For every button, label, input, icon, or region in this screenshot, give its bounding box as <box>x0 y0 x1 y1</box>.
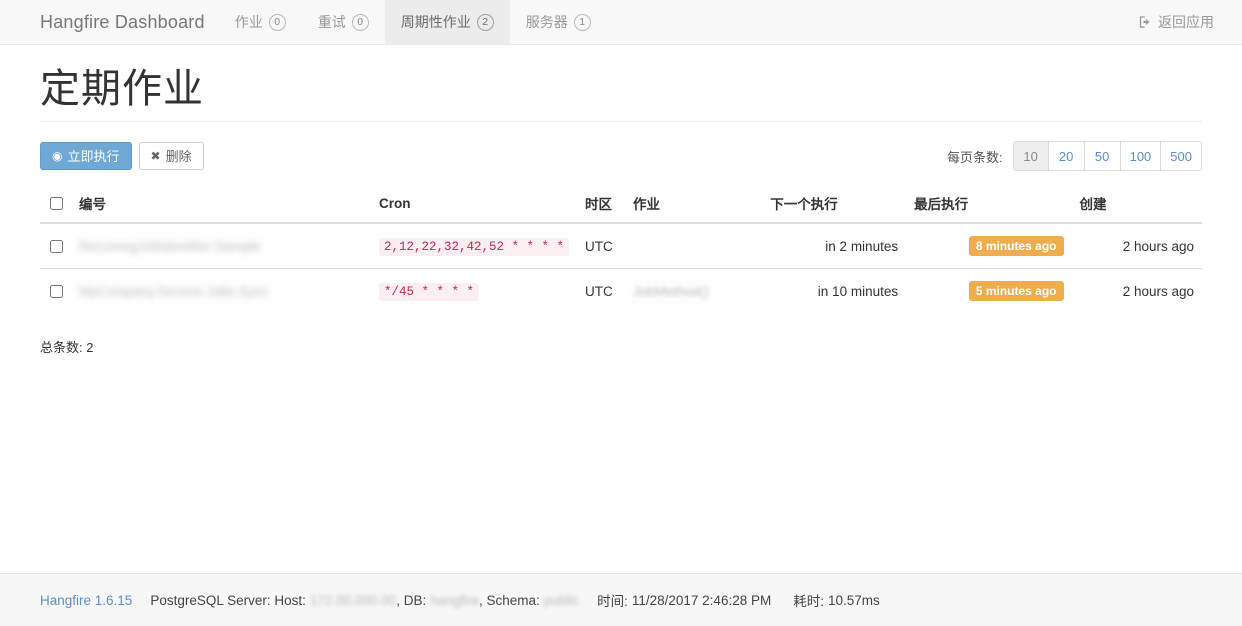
table-header-row: 编号 Cron 时区 作业 下一个执行 最后执行 创建 <box>40 185 1202 224</box>
nav-tab-recurring-jobs-count: 2 <box>476 13 494 31</box>
header-created: 创建 <box>1071 185 1202 224</box>
row-timezone-cell: UTC <box>585 238 613 254</box>
row-cron-cell: */45 * * * * <box>371 268 578 313</box>
row-job-cell <box>625 223 762 269</box>
delete-button[interactable]: ✖ 删除 <box>138 142 204 170</box>
toolbar: ◉ 立即执行 ✖ 删除 每页条数: 10 20 50 100 500 <box>40 141 1202 171</box>
elapsed-value: 10.57ms <box>827 592 880 608</box>
per-page-option-10[interactable]: 10 <box>1012 141 1049 171</box>
header-next-execution: 下一个执行 <box>762 185 907 224</box>
row-id-value: MyCompany.Service.Jobs.Sync <box>79 283 269 299</box>
header-cron: Cron <box>371 185 578 224</box>
per-page-option-500[interactable]: 500 <box>1161 141 1202 171</box>
brand-title: Hangfire Dashboard <box>40 11 205 32</box>
row-id-cell: RecurringJobIdentifier:Sample <box>71 223 371 269</box>
header-last-execution: 最后执行 <box>906 185 1072 224</box>
top-navbar: Hangfire Dashboard 作业 0 重试 0 周期性作业 2 服务器… <box>0 0 1242 45</box>
storage-label: PostgreSQL Server: Host: <box>150 592 306 608</box>
play-circle-icon: ◉ <box>52 149 63 163</box>
per-page-control: 每页条数: 10 20 50 100 500 <box>947 141 1202 171</box>
row-next-execution: in 10 minutes <box>762 268 907 313</box>
sign-out-icon <box>1139 16 1150 28</box>
row-id-cell: MyCompany.Service.Jobs.Sync <box>71 268 371 313</box>
row-last-execution-cell: 5 minutes ago <box>906 268 1072 313</box>
recurring-jobs-table: 编号 Cron 时区 作业 下一个执行 最后执行 创建 RecurringJob… <box>40 185 1202 313</box>
back-to-application-label: 返回应用 <box>1158 14 1214 30</box>
nav-tab-retries[interactable]: 重试 0 <box>302 0 385 44</box>
schema-label: , Schema: <box>479 592 540 608</box>
row-next-execution: in 2 minutes <box>825 238 899 254</box>
per-page-options: 10 20 50 100 500 <box>1012 141 1202 171</box>
last-execution-badge: 5 minutes ago <box>968 281 1064 301</box>
delete-label: 删除 <box>165 148 192 164</box>
nav-tab-jobs-label: 作业 <box>234 14 263 30</box>
row-job-cell: JobMethod() <box>625 268 763 313</box>
page-title: 定期作业 <box>40 67 1202 122</box>
storage-host-value: 172.00.000.00 <box>309 592 397 608</box>
nav-tab-servers-count: 1 <box>573 13 591 31</box>
row-created: 2 hours ago <box>1122 238 1194 254</box>
header-id: 编号 <box>71 185 371 224</box>
time-label: 时间: <box>597 594 628 609</box>
row-cron-cell: 2,12,22,32,42,52 * * * * <box>371 223 577 269</box>
row-created: 2 hours ago <box>1071 268 1202 313</box>
nav-tab-servers[interactable]: 服务器 1 <box>510 0 607 44</box>
row-select-cell <box>40 223 71 269</box>
back-to-application-link[interactable]: 返回应用 <box>1138 12 1214 32</box>
nav-tab-retries-count: 0 <box>351 13 369 31</box>
row-checkbox[interactable] <box>50 240 63 254</box>
select-all-checkbox[interactable] <box>50 197 63 211</box>
nav-tab-jobs[interactable]: 作业 0 <box>219 0 302 44</box>
hangfire-version-link[interactable]: Hangfire 1.6.15 <box>40 593 132 608</box>
storage-schema-value: public <box>543 592 580 608</box>
main-container: 定期作业 ◉ 立即执行 ✖ 删除 每页条数: 10 20 50 100 500 <box>0 67 1242 356</box>
per-page-option-100[interactable]: 100 <box>1120 141 1162 171</box>
select-all-header <box>40 185 71 224</box>
table-row: RecurringJobIdentifier:Sample 2,12,22,32… <box>40 223 1202 269</box>
per-page-label: 每页条数: <box>946 149 1003 165</box>
row-id-value: RecurringJobIdentifier:Sample <box>79 238 261 254</box>
table-head: 编号 Cron 时区 作业 下一个执行 最后执行 创建 <box>40 185 1202 224</box>
action-button-group: ◉ 立即执行 ✖ 删除 <box>40 142 204 170</box>
elapsed-label: 耗时: <box>793 594 824 609</box>
row-select-cell <box>40 268 71 313</box>
trigger-now-label: 立即执行 <box>67 148 120 164</box>
footer-status-bar: Hangfire 1.6.15 PostgreSQL Server: Host:… <box>0 573 1242 626</box>
navbar-right: 返回应用 <box>1138 0 1214 44</box>
row-checkbox[interactable] <box>50 285 63 299</box>
table-body: RecurringJobIdentifier:Sample 2,12,22,32… <box>40 223 1202 313</box>
total-count-label: 总条数: 2 <box>40 340 94 355</box>
db-label: , DB: <box>396 592 427 608</box>
last-execution-badge: 8 minutes ago <box>968 236 1064 256</box>
per-page-option-20[interactable]: 20 <box>1048 141 1085 171</box>
header-timezone: 时区 <box>577 185 626 224</box>
header-job: 作业 <box>625 185 763 224</box>
row-job-value: JobMethod() <box>633 283 709 299</box>
nav-tab-jobs-count: 0 <box>268 13 286 31</box>
times-icon: ✖ <box>150 149 161 163</box>
table-row: MyCompany.Service.Jobs.Sync */45 * * * *… <box>40 268 1202 313</box>
nav-tab-retries-label: 重试 <box>317 14 346 30</box>
nav-tab-recurring-jobs-label: 周期性作业 <box>400 14 471 30</box>
trigger-now-button[interactable]: ◉ 立即执行 <box>40 142 132 170</box>
time-value: 11/28/2017 2:46:28 PM <box>631 592 772 608</box>
nav-tab-servers-label: 服务器 <box>525 14 568 30</box>
primary-nav: 作业 0 重试 0 周期性作业 2 服务器 1 <box>219 0 607 44</box>
row-cron-value: */45 * * * * <box>379 283 480 301</box>
row-cron-value: 2,12,22,32,42,52 * * * * <box>379 238 570 256</box>
per-page-option-50[interactable]: 50 <box>1084 141 1121 171</box>
row-last-execution-cell: 8 minutes ago <box>906 223 1071 269</box>
storage-db-value: hangfire <box>430 592 480 608</box>
row-timezone-cell: UTC <box>577 268 626 313</box>
nav-tab-recurring-jobs[interactable]: 周期性作业 2 <box>384 0 510 44</box>
